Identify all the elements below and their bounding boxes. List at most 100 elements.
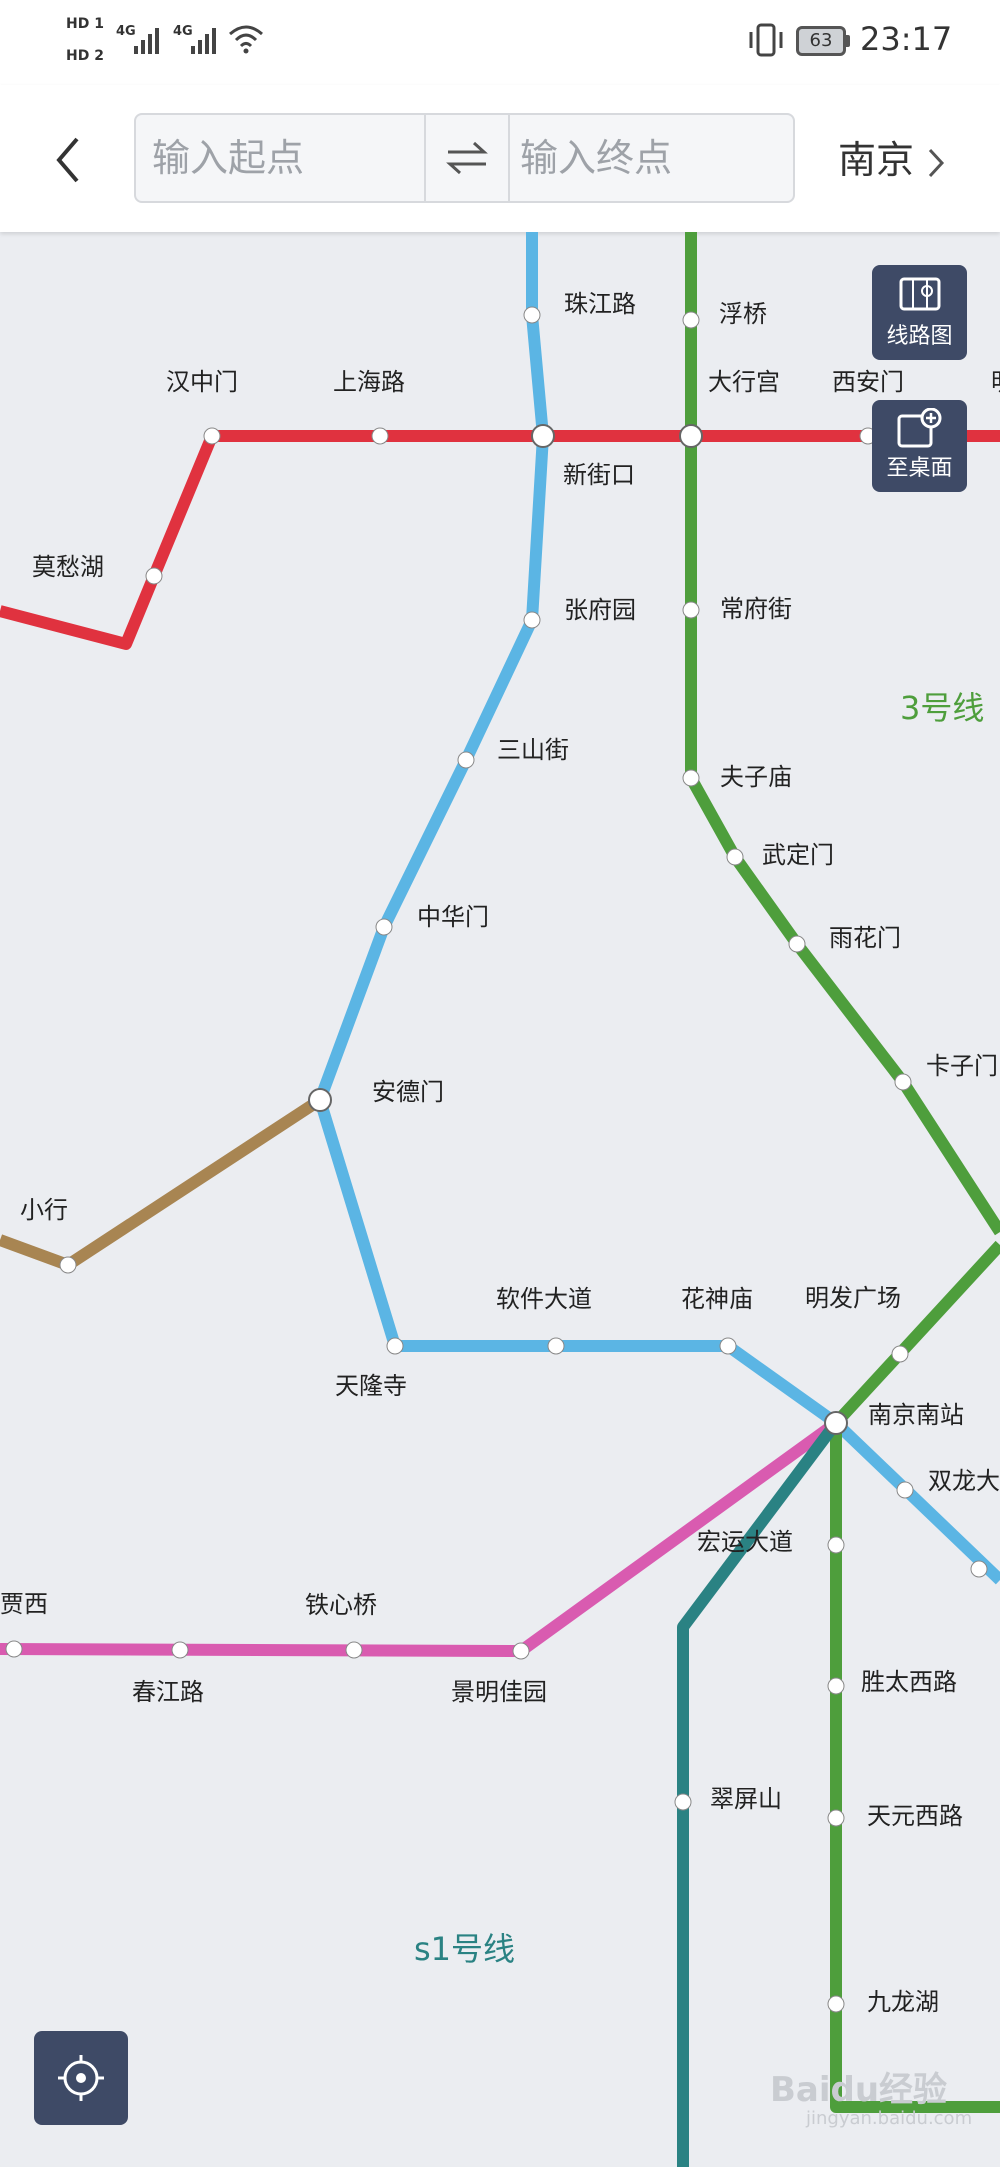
station-dot[interactable]: [719, 1337, 737, 1355]
station-label: 小行: [20, 1196, 68, 1224]
transfer-dot-nanjingnanzhan[interactable]: [824, 1411, 848, 1435]
station-dot[interactable]: [682, 769, 700, 787]
battery-tip: [846, 35, 850, 47]
station-label: 常府街: [720, 595, 792, 623]
station-dot[interactable]: [512, 1642, 530, 1660]
signal-icon-2: [191, 28, 216, 54]
station-label: 明发广场: [805, 1284, 901, 1312]
route-input-box: 输入起点 输入终点: [134, 113, 795, 203]
station-dot[interactable]: [5, 1640, 23, 1658]
station-dot[interactable]: [788, 935, 806, 953]
station-dot[interactable]: [457, 751, 475, 769]
transfer-dot-daxinggong[interactable]: [679, 424, 703, 448]
network-type-1: 4G: [116, 24, 136, 39]
locate-icon: [58, 2055, 104, 2101]
add-desktop-icon: [897, 408, 942, 448]
add-to-desktop-button[interactable]: 至桌面: [872, 400, 967, 492]
add-to-desktop-label: 至桌面: [886, 456, 953, 481]
battery-indicator: 63: [796, 26, 846, 56]
metro-map[interactable]: 珠江路 浮桥 汉中门 上海路 大行宫 西安门 明 新街口 莫愁湖 张府园 常府街…: [0, 232, 1000, 2167]
swap-button[interactable]: [424, 115, 510, 201]
line-s1-label: s1号线: [414, 1930, 515, 1968]
station-label: 雨花门: [829, 924, 901, 952]
station-label: 景明佳园: [451, 1678, 547, 1706]
station-label: 春江路: [132, 1678, 204, 1706]
station-label: 新街口: [563, 461, 635, 489]
station-label: 武定门: [762, 841, 834, 869]
station-label: 上海路: [333, 368, 405, 396]
station-dot[interactable]: [726, 848, 744, 866]
station-dot[interactable]: [371, 427, 389, 445]
station-label: 西安门: [832, 368, 904, 396]
chevron-left-icon: [56, 137, 79, 183]
chevron-right-icon: [929, 148, 945, 177]
station-label: 莫愁湖: [32, 553, 104, 581]
station-label: 花神庙: [681, 1285, 753, 1313]
station-dot[interactable]: [547, 1337, 565, 1355]
locate-button[interactable]: [34, 2031, 128, 2125]
station-label: 胜太西路: [861, 1668, 957, 1696]
vibrate-icon: [749, 23, 783, 57]
watermark-url: jingyan.baidu.com: [806, 2108, 973, 2129]
station-label: 张府园: [564, 596, 636, 624]
signal-icon: [134, 28, 159, 54]
station-dot[interactable]: [970, 1560, 988, 1578]
swap-icon: [446, 141, 488, 175]
station-label: 卡子门: [926, 1052, 998, 1080]
watermark: Baidu经验: [770, 2070, 948, 2110]
station-dot[interactable]: [894, 1073, 912, 1091]
station-label: 软件大道: [496, 1285, 592, 1313]
station-dot[interactable]: [827, 1809, 845, 1827]
station-dot[interactable]: [386, 1337, 404, 1355]
start-input[interactable]: 输入起点: [152, 115, 422, 201]
station-label: 安德门: [372, 1078, 444, 1106]
clock: 23:17: [860, 20, 953, 58]
transfer-dot-xinjiekou[interactable]: [531, 424, 555, 448]
station-label: 浮桥: [719, 300, 767, 328]
station-label: 天元西路: [867, 1802, 963, 1830]
network-type-2: 4G: [173, 24, 193, 39]
map-icon: [899, 277, 941, 311]
wifi-icon: [229, 25, 263, 54]
station-dot[interactable]: [203, 427, 221, 445]
line-1-red: [0, 430, 1000, 650]
station-dot[interactable]: [682, 311, 700, 329]
station-label: 夫子庙: [720, 763, 792, 791]
station-label: 中华门: [417, 903, 489, 931]
line-map-label: 线路图: [886, 324, 953, 349]
station-dot[interactable]: [682, 601, 700, 619]
station-label: 双龙大: [928, 1467, 1000, 1495]
station-label: 南京南站: [868, 1401, 964, 1429]
station-dot[interactable]: [891, 1345, 909, 1363]
station-label: 天隆寺: [335, 1372, 407, 1400]
station-label: 珠江路: [564, 290, 636, 318]
end-input[interactable]: 输入终点: [520, 115, 790, 201]
city-label: 南京: [838, 138, 915, 182]
station-dot[interactable]: [375, 918, 393, 936]
station-dot[interactable]: [523, 306, 541, 324]
station-dot[interactable]: [59, 1256, 77, 1274]
station-label: 九龙湖: [867, 1988, 939, 2016]
station-dot[interactable]: [145, 567, 163, 585]
station-dot[interactable]: [827, 1995, 845, 2013]
station-label: 铁心桥: [305, 1591, 377, 1619]
line-10-brown: [0, 1094, 324, 1271]
station-dot[interactable]: [171, 1641, 189, 1659]
station-dot[interactable]: [345, 1641, 363, 1659]
back-button[interactable]: [40, 125, 96, 195]
station-label: 三山街: [497, 736, 569, 764]
status-bar: HD 1 HD 2 4G 4G 63 23:17: [0, 0, 1000, 85]
route-search-bar: 输入起点 输入终点 南京: [0, 85, 1000, 232]
station-dot[interactable]: [674, 1793, 692, 1811]
station-label: 贾西: [0, 1590, 48, 1618]
hd-indicator-1: HD 1: [66, 16, 104, 32]
hd-indicator-2: HD 2: [66, 48, 104, 64]
city-selector[interactable]: 南京: [838, 115, 946, 205]
station-dot[interactable]: [896, 1481, 914, 1499]
station-dot[interactable]: [523, 611, 541, 629]
station-dot[interactable]: [827, 1677, 845, 1695]
line-map-button[interactable]: 线路图: [872, 265, 967, 360]
station-dot[interactable]: [827, 1536, 845, 1554]
line-3-label: 3号线: [900, 689, 984, 727]
transfer-dot-andemen[interactable]: [308, 1088, 332, 1112]
